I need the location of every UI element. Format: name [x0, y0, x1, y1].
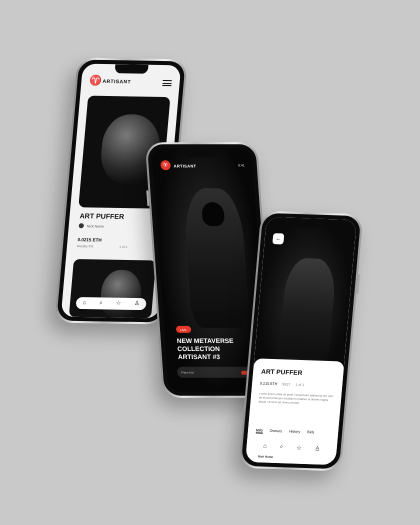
stats-row: Royalty 5% 1 of 1 8 — [77, 244, 156, 249]
price: 0.0215 ETH — [77, 237, 102, 243]
bezel: ← ART PUFFER 0.215 ETH $327 1 of 1 Lorem… — [240, 212, 362, 470]
power-button — [356, 274, 361, 295]
nft-title: ART PUFFER — [79, 213, 125, 221]
edition: 1 of 1 — [295, 382, 305, 388]
phone-mockup-right: ← ART PUFFER 0.215 ETH $327 1 of 1 Lorem… — [238, 210, 364, 472]
description: Lorem ipsum dolor sit amet, consectetur … — [258, 391, 333, 405]
logo[interactable]: ♈ ARTISANT — [160, 160, 197, 171]
tab-bar: ⌂ ⌕ ☆ ♙ — [75, 296, 147, 311]
second-artwork — [98, 269, 144, 319]
detail-hero — [253, 216, 357, 370]
logo[interactable]: ♈ ARTISANT — [88, 75, 132, 88]
star-icon[interactable]: ☆ — [296, 445, 302, 452]
tab-bids[interactable]: Bids — [307, 430, 314, 435]
bid-bar[interactable]: Place bid — [176, 366, 258, 378]
usd-price: $327 — [282, 382, 291, 387]
notch — [295, 217, 328, 228]
search-icon[interactable]: ⌕ — [99, 300, 103, 306]
profile-icon[interactable]: ♙ — [134, 301, 140, 307]
back-arrow-icon[interactable]: ← — [272, 233, 285, 245]
royalty: Royalty 5% — [76, 244, 94, 249]
home-icon[interactable]: ⌂ — [263, 444, 267, 451]
brand-name: ARTISANT — [102, 78, 132, 86]
owner-row[interactable]: Nick Name — [78, 223, 105, 229]
app-header: ♈ ARTISANT 9:41 — [160, 160, 245, 171]
tab-owners[interactable]: Owners — [269, 429, 282, 434]
owner-name: Nick Name — [86, 223, 105, 229]
menu-icon[interactable] — [162, 79, 172, 87]
edition: 1 of 1 — [119, 244, 128, 249]
detail-tabs: Info Owners History Bids — [255, 428, 314, 435]
detail-sheet: ART PUFFER 0.215 ETH $327 1 of 1 Lorem i… — [245, 358, 345, 466]
nft-title: ART PUFFER — [260, 368, 303, 378]
price: 0.215 ETH — [259, 381, 278, 387]
bid-label: Place bid — [180, 370, 194, 375]
tab-info[interactable]: Info — [255, 428, 263, 434]
volume-button — [69, 107, 74, 122]
star-icon[interactable]: ☆ — [116, 301, 122, 307]
app-header: ♈ ARTISANT — [89, 76, 172, 89]
price-row: 0.215 ETH $327 1 of 1 — [260, 382, 305, 388]
collection-title: NEW METAVERSE COLLECTION ARTISANT #3 — [176, 337, 234, 361]
hooded-figure-artwork — [278, 257, 338, 359]
home-icon[interactable]: ⌂ — [82, 300, 86, 306]
tab-history[interactable]: History — [289, 430, 301, 435]
avatar — [78, 223, 85, 229]
profile-icon[interactable]: ♙ — [314, 445, 320, 452]
logo-icon: ♈ — [88, 75, 103, 87]
notch — [184, 148, 220, 158]
notch — [114, 64, 149, 74]
status-badge: LIVE — [175, 325, 191, 333]
tab-bar: ⌂ ⌕ ☆ ♙ — [256, 443, 327, 453]
search-icon[interactable]: ⌕ — [280, 444, 284, 451]
logo-icon: ♈ — [160, 160, 171, 171]
owner-name: Nick Name — [257, 454, 274, 459]
time: 9:41 — [237, 163, 245, 168]
volume-button — [146, 190, 150, 207]
screen-detail: ← ART PUFFER 0.215 ETH $327 1 of 1 Lorem… — [245, 216, 357, 466]
hood-face — [201, 202, 225, 227]
brand-name: ARTISANT — [173, 162, 197, 168]
